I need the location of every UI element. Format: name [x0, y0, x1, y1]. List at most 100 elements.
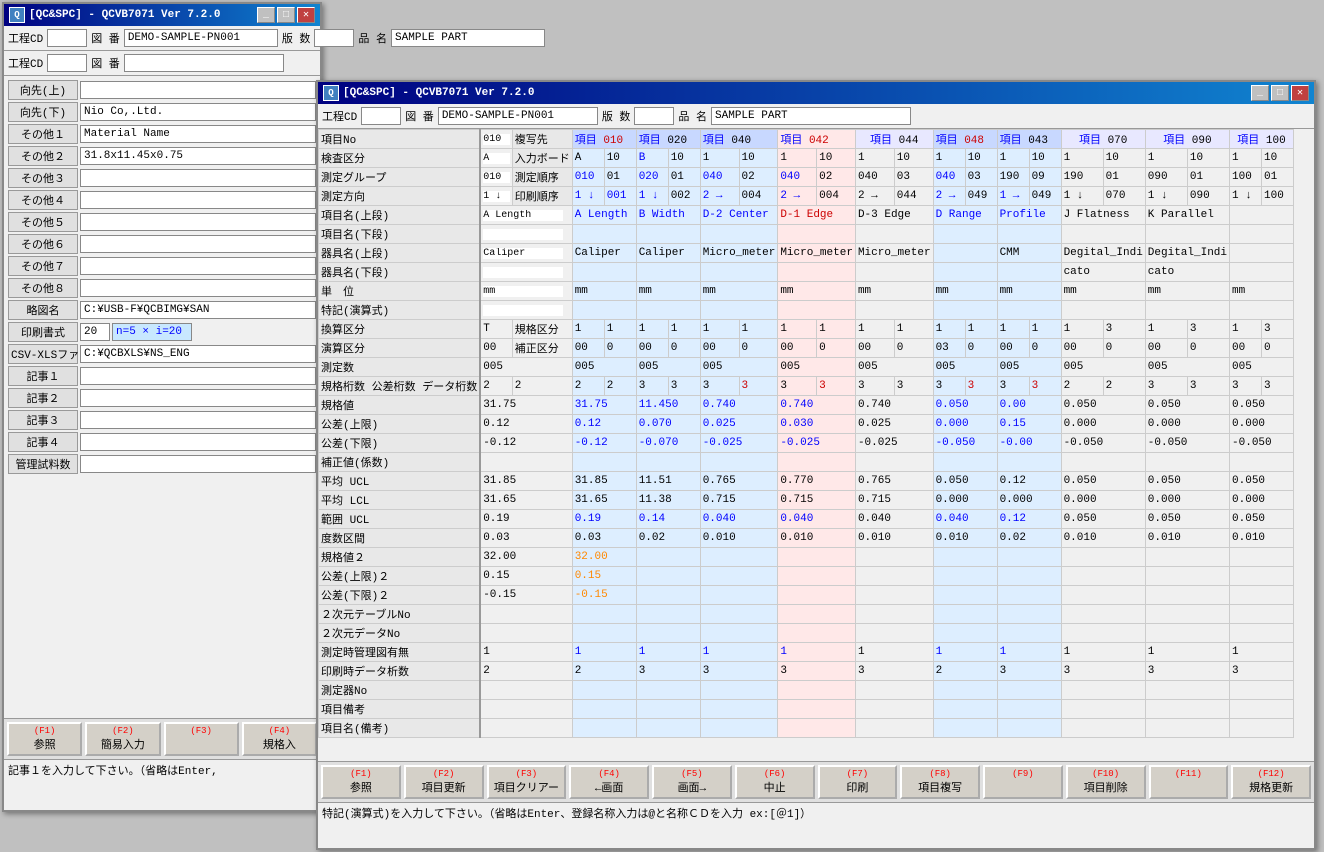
w2-hansu-label: 版 数: [602, 108, 631, 124]
itemno-c7[interactable]: 項目 043: [997, 130, 1061, 149]
w2-fn2-label: (F2): [407, 769, 481, 779]
sonota2-input[interactable]: [80, 147, 316, 165]
itemno-c9[interactable]: 項目 090: [1145, 130, 1229, 149]
itemno-c6[interactable]: 項目 048: [933, 130, 997, 149]
w2-fn12-label: (F12): [1234, 769, 1308, 779]
w2-koutei-input[interactable]: [361, 107, 401, 125]
itemno-c2[interactable]: 項目 020: [636, 130, 700, 149]
koutei-input[interactable]: [47, 29, 87, 47]
fn4-label: (F4): [245, 726, 314, 736]
w2-fn9-label: (F9): [986, 769, 1060, 779]
hinna-input[interactable]: [391, 29, 545, 47]
w2-fn8-label: (F8): [903, 769, 977, 779]
w2-zu-input[interactable]: [438, 107, 598, 125]
mukesaki-ue-label: 向先(上): [8, 80, 78, 100]
w2-fn8-btn[interactable]: (F8) 項目複写: [900, 765, 980, 799]
koutei2-input[interactable]: [47, 54, 87, 72]
maximize-btn[interactable]: □: [277, 7, 295, 23]
mukesaki-shita-input[interactable]: [80, 103, 316, 121]
sonota3-input[interactable]: [80, 169, 316, 187]
sonota8-input[interactable]: [80, 279, 316, 297]
w2-fn9-btn[interactable]: (F9): [983, 765, 1063, 799]
w2-hansu-input[interactable]: [634, 107, 674, 125]
itemno-base[interactable]: [480, 130, 512, 149]
label-freq: 度数区間: [319, 529, 481, 548]
zu2-input[interactable]: [124, 54, 284, 72]
csv-input[interactable]: [80, 345, 316, 363]
mukesaki-ue-input[interactable]: [80, 81, 316, 99]
row-spec2: 規格値２ 32.00 32.00: [319, 548, 1294, 567]
sidebar-sonota8: その他８: [8, 278, 316, 298]
kanri-input[interactable]: [80, 455, 316, 473]
fn2-btn[interactable]: (F2) 簡易入力: [85, 722, 160, 756]
itemno-c1[interactable]: 項目 010: [572, 130, 636, 149]
fn1-btn[interactable]: (F1) 参照: [7, 722, 82, 756]
zu-input[interactable]: [124, 29, 278, 47]
window2-titlebar[interactable]: Q [QC&SPC] - QCVB7071 Ver 7.2.0 _ □ ✕: [318, 82, 1314, 104]
row-tool-upper: 器具名(上段) Caliper Caliper Micro_meter Micr…: [319, 244, 1294, 263]
maximize-btn2[interactable]: □: [1271, 85, 1289, 101]
itemno-c5[interactable]: 項目 044: [855, 130, 933, 149]
sidebar-sonota5: その他５: [8, 212, 316, 232]
label-print-count: 印刷時データ析数: [319, 662, 481, 681]
window2-fn-bar: (F1) 参照 (F2) 項目更新 (F3) 項目クリアー (F4) ←画面 (…: [318, 761, 1314, 802]
fn4-btn[interactable]: (F4) 規格入: [242, 722, 317, 756]
w2-fn12-btn[interactable]: (F12) 規格更新: [1231, 765, 1311, 799]
row-group: 測定グループ 測定順序 01001 02001 04002 04002 0400…: [319, 168, 1294, 187]
label-count: 測定数: [319, 358, 481, 377]
row-tool-no: 測定器No: [319, 681, 1294, 700]
w2-fn11-btn[interactable]: (F11): [1149, 765, 1229, 799]
label-kensa: 検査区分: [319, 149, 481, 168]
w2-fn11-label: (F11): [1152, 769, 1226, 779]
input-type-label: 入力ボード: [512, 149, 572, 168]
itemno-c8[interactable]: 項目 070: [1061, 130, 1145, 149]
w2-fn3-label: (F3): [490, 769, 564, 779]
w2-fn3-btn[interactable]: (F3) 項目クリアー: [487, 765, 567, 799]
w2-fn10-btn[interactable]: (F10) 項目削除: [1066, 765, 1146, 799]
insatsu-num-input[interactable]: [80, 323, 110, 341]
sonota1-input[interactable]: [80, 125, 316, 143]
minimize-btn2[interactable]: _: [1251, 85, 1269, 101]
close-btn[interactable]: ✕: [297, 7, 315, 23]
itemno-c3[interactable]: 項目 040: [700, 130, 778, 149]
row-avg-lcl: 平均 LCL 31.65 31.65 11.38 0.715 0.715 0.7…: [319, 491, 1294, 510]
fn3-btn[interactable]: (F3): [164, 722, 239, 756]
w2-fn6-btn[interactable]: (F6) 中止: [735, 765, 815, 799]
insatsu-extra-input[interactable]: [112, 323, 192, 341]
sonota5-input[interactable]: [80, 213, 316, 231]
kiji1-label: 記事１: [8, 366, 78, 386]
label-name-upper: 項目名(上段): [319, 206, 481, 225]
ryakuzu-input[interactable]: [80, 301, 316, 319]
w2-fn7-btn[interactable]: (F7) 印刷: [818, 765, 898, 799]
window2-status: 特記(演算式)を入力して下さい。（省略はEnter、登録名称入力は@と名称ＣＤを…: [318, 802, 1314, 823]
label-dim-table: ２次元テーブルNo: [319, 605, 481, 624]
itemno-c4[interactable]: 項目 042: [778, 130, 856, 149]
row-item-name-note: 項目名(備考): [319, 719, 1294, 738]
close-btn2[interactable]: ✕: [1291, 85, 1309, 101]
itemno-base-input[interactable]: [483, 134, 510, 145]
label-note: 特記(演算式): [319, 301, 481, 320]
sidebar-kiji3: 記事３: [8, 410, 316, 430]
kiji3-input[interactable]: [80, 411, 316, 429]
row-correction: 補正値(係数): [319, 453, 1294, 472]
kiji2-input[interactable]: [80, 389, 316, 407]
w2-fn7-label: (F7): [821, 769, 895, 779]
minimize-btn[interactable]: _: [257, 7, 275, 23]
window1-titlebar[interactable]: Q [QC&SPC] - QCVB7071 Ver 7.2.0 _ □ ✕: [4, 4, 320, 26]
w2-hinna-input[interactable]: [711, 107, 911, 125]
hansu-input[interactable]: [314, 29, 354, 47]
w2-fn2-btn[interactable]: (F2) 項目更新: [404, 765, 484, 799]
kiji1-input[interactable]: [80, 367, 316, 385]
w2-fn5-btn[interactable]: (F5) 画面→: [652, 765, 732, 799]
app-icon2: Q: [323, 85, 339, 101]
sonota7-input[interactable]: [80, 257, 316, 275]
sonota6-input[interactable]: [80, 235, 316, 253]
label-tol-upper: 公差(上限): [319, 415, 481, 434]
sidebar-ryakuzu: 略図名: [8, 300, 316, 320]
kensa-base[interactable]: [480, 149, 512, 168]
w2-fn1-btn[interactable]: (F1) 参照: [321, 765, 401, 799]
itemno-c10[interactable]: 項目 100: [1230, 130, 1294, 149]
w2-fn4-btn[interactable]: (F4) ←画面: [569, 765, 649, 799]
kiji4-input[interactable]: [80, 433, 316, 451]
sonota4-input[interactable]: [80, 191, 316, 209]
